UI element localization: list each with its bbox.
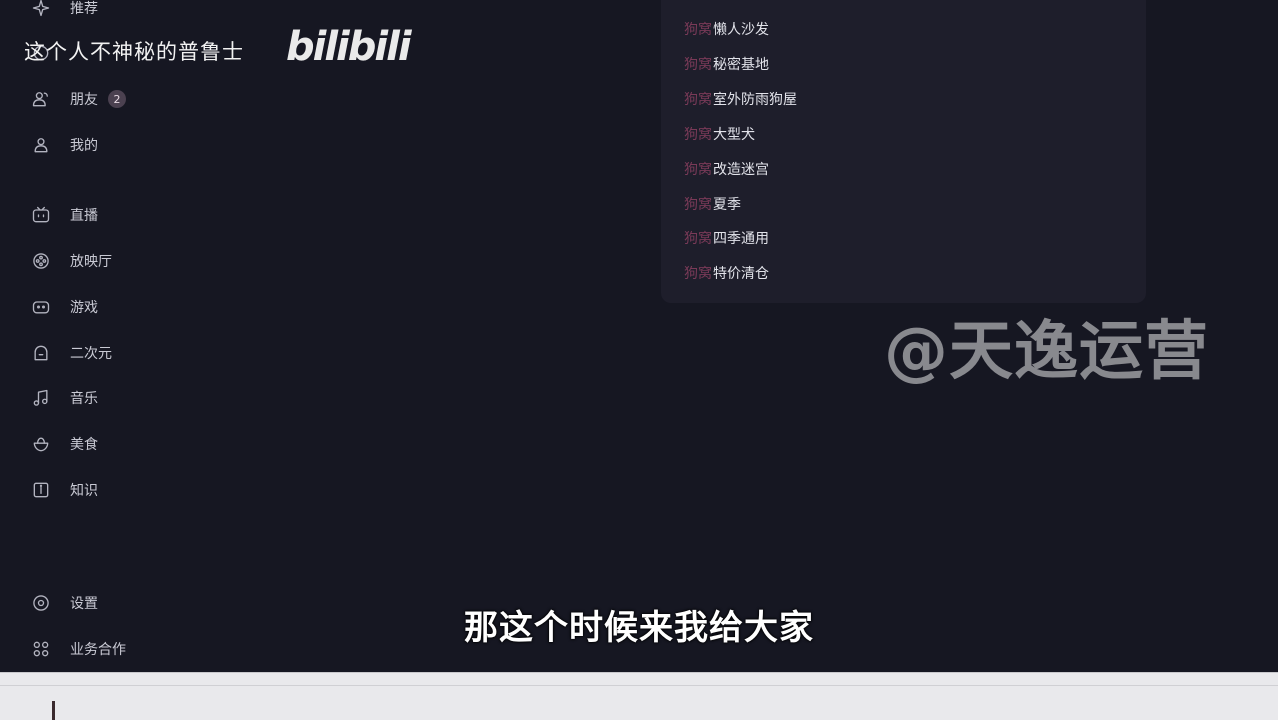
sidebar-item-food[interactable]: 美食 [30,429,210,459]
sidebar-item-label: 我的 [70,138,98,154]
notification-badge: 2 [108,90,126,108]
uploader-watermark: 这个人不神秘的普鲁士 [24,40,244,64]
sparkle-icon [30,0,52,19]
sidebar-item-label: 音乐 [70,391,98,407]
suggestion-item[interactable]: 狗窝 大型犬 [684,123,755,145]
sidebar-item-friends[interactable]: 朋友 2 [30,84,210,114]
sidebar-item-music[interactable]: 音乐 [30,383,210,413]
sidebar-item-live[interactable]: 直播 [30,200,210,230]
suggestion-tag: 狗窝 [684,197,712,213]
book-icon [30,479,52,501]
sidebar-item-label: 二次元 [70,346,112,362]
suggestion-tag: 狗窝 [684,127,712,143]
suggestion-tag: 狗窝 [684,57,712,73]
film-reel-icon [30,250,52,272]
ghost-icon [30,342,52,364]
app-window: 推荐 朋友 2 我的 直播 放映厅 游戏 二次元 音乐 美食 知识 设置 业务合… [0,0,1278,720]
sidebar-item-recommend[interactable]: 推荐 [30,0,210,23]
sidebar-item-label: 直播 [70,208,98,224]
sidebar-item-games[interactable]: 游戏 [30,292,210,322]
sidebar-item-cinema[interactable]: 放映厅 [30,246,210,276]
search-suggestion-dropdown: 狗窝 懒人沙发 狗窝 秘密基地 狗窝 室外防雨狗屋 狗窝 大型犬 狗窝 改造迷宫 狗窝 夏季… [661,0,1146,303]
sidebar-item-label: 知识 [70,483,98,499]
friends-icon [30,88,52,110]
suggestion-item[interactable]: 狗窝 秘密基地 [684,53,769,75]
user-icon [30,134,52,156]
sidebar-item-mine[interactable]: 我的 [30,130,210,160]
video-subtitle: 那这个时候来我给大家 [464,608,814,648]
bowl-icon [30,433,52,455]
sidebar-item-knowledge[interactable]: 知识 [30,475,210,505]
sidebar-item-anime[interactable]: 二次元 [30,338,210,368]
suggestion-item[interactable]: 狗窝 改造迷宫 [684,158,769,180]
sidebar-item-label: 游戏 [70,300,98,316]
sidebar-item-label: 推荐 [70,1,98,17]
suggestion-tag: 狗窝 [684,162,712,178]
brand-watermark: @天逸运营 [884,315,1209,389]
suggestion-item[interactable]: 狗窝 懒人沙发 [684,18,769,40]
suggestion-item[interactable]: 狗窝 四季通用 [684,227,769,249]
suggestion-tag: 狗窝 [684,92,712,108]
divider [0,685,1278,686]
suggestion-tag: 狗窝 [684,22,712,38]
sidebar-item-label: 朋友 [70,92,98,108]
sidebar-item-label: 放映厅 [70,254,112,270]
tv-icon [30,204,52,226]
bottom-bar [0,672,1278,720]
sidebar-item-label: 美食 [70,437,98,453]
gamepad-icon [30,296,52,318]
bilibili-logo: bilibili [286,24,412,70]
suggestion-item[interactable]: 狗窝 特价清仓 [684,262,769,284]
text-cursor [52,701,55,720]
suggestion-tag: 狗窝 [684,231,712,247]
suggestion-item[interactable]: 狗窝 室外防雨狗屋 [684,88,797,110]
music-note-icon [30,387,52,409]
sidebar-nav: 推荐 朋友 2 我的 直播 放映厅 游戏 二次元 音乐 美食 知识 设置 业务合… [0,0,240,672]
suggestion-tag: 狗窝 [684,266,712,282]
suggestion-item[interactable]: 狗窝 夏季 [684,193,741,215]
